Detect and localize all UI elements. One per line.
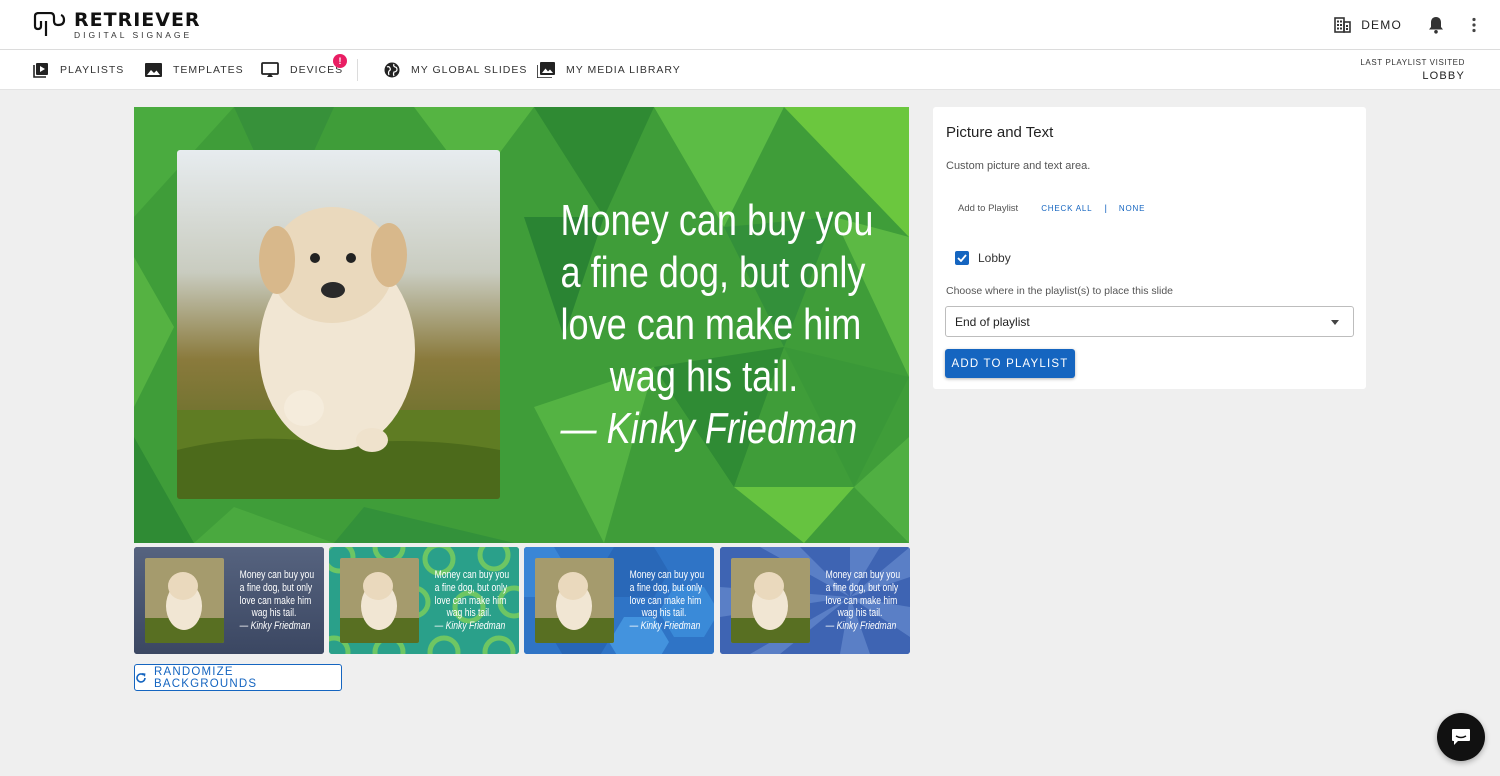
- last-playlist-value: LOBBY: [1422, 70, 1465, 82]
- bell-icon: [1429, 17, 1443, 34]
- add-to-playlist-button[interactable]: ADD TO PLAYLIST: [945, 349, 1075, 378]
- randomize-label: RANDOMIZE BACKGROUNDS: [153, 665, 258, 690]
- thumbnail-quote-line: love can make him: [434, 594, 507, 607]
- dropdown-arrow-icon: [1331, 320, 1339, 325]
- thumbnail-photo: [731, 558, 810, 643]
- thumbnail-quote-author: — Kinky Friedman: [825, 620, 897, 633]
- nav-global-slides[interactable]: MY GLOBAL SLIDES: [384, 50, 527, 90]
- panel-title: Picture and Text: [946, 124, 1054, 141]
- playlist-checkbox-label: Lobby: [978, 251, 1011, 265]
- devices-alert-badge: !: [333, 54, 347, 68]
- background-thumbnail-hexagons[interactable]: Money can buy you a fine dog, but only l…: [524, 547, 714, 654]
- more-vertical-icon: [1472, 17, 1476, 33]
- thumbnail-quote-line: Money can buy you: [434, 569, 510, 581]
- thumbnail-quote-author: — Kinky Friedman: [629, 620, 701, 633]
- nav-playlists[interactable]: PLAYLISTS: [33, 50, 124, 90]
- nav-templates-label: TEMPLATES: [173, 64, 244, 76]
- puppy-thumbnail: [340, 558, 419, 643]
- last-playlist-label: LAST PLAYLIST VISITED: [1360, 58, 1465, 67]
- puppy-photo: [177, 150, 500, 499]
- thumbnail-quote-line: wag his tail.: [837, 607, 883, 620]
- chat-launcher-button[interactable]: [1437, 713, 1485, 761]
- nav-media-library[interactable]: MY MEDIA LIBRARY: [537, 50, 681, 90]
- background-thumbnail-rays[interactable]: Money can buy you a fine dog, but only l…: [720, 547, 910, 654]
- chat-icon: [1452, 729, 1470, 745]
- thumbnail-photo: [145, 558, 224, 643]
- puppy-thumbnail: [145, 558, 224, 643]
- slide-quote: Money can buy you a fine dog, but only l…: [529, 195, 879, 455]
- position-label: Choose where in the playlist(s) to place…: [946, 285, 1174, 297]
- thumbnail-quote-line: Money can buy you: [629, 569, 705, 581]
- nav-templates[interactable]: TEMPLATES: [145, 50, 244, 90]
- nav-global-slides-label: MY GLOBAL SLIDES: [411, 64, 528, 76]
- notifications-button[interactable]: [1428, 16, 1444, 34]
- playlist-checkbox-lobby[interactable]: Lobby: [955, 251, 1011, 265]
- brand-title: RETRIEVER: [74, 9, 201, 31]
- nav-media-library-label: MY MEDIA LIBRARY: [566, 64, 681, 76]
- thumbnail-quote-line: a fine dog, but only: [239, 581, 313, 594]
- puppy-thumbnail: [535, 558, 614, 643]
- logo[interactable]: RETRIEVER DIGITAL SIGNAGE: [32, 11, 201, 40]
- thumbnail-quote-line: a fine dog, but only: [629, 581, 703, 594]
- brand-subtitle: DIGITAL SIGNAGE: [74, 30, 193, 40]
- quote-line: wag his tail.: [609, 352, 799, 401]
- link-separator: |: [1104, 203, 1107, 214]
- last-playlist-visited[interactable]: LAST PLAYLIST VISITED LOBBY: [1360, 58, 1465, 82]
- thumbnail-photo: [535, 558, 614, 643]
- check-all-link[interactable]: CHECK ALL: [1041, 204, 1092, 213]
- thumbnail-quote-line: wag his tail.: [641, 607, 687, 620]
- position-select-value: End of playlist: [955, 314, 1030, 329]
- background-thumbnail-teal[interactable]: Money can buy you a fine dog, but only l…: [329, 547, 519, 654]
- checkbox-checked-icon[interactable]: [955, 251, 969, 265]
- images-icon: [537, 62, 555, 78]
- add-to-playlist-panel: Picture and Text Custom picture and text…: [933, 107, 1366, 389]
- slide-preview: Money can buy you a fine dog, but only l…: [134, 107, 909, 543]
- top-bar: RETRIEVER DIGITAL SIGNAGE DEMO: [0, 0, 1500, 50]
- monitor-icon: [261, 62, 279, 77]
- refresh-icon: [136, 672, 146, 683]
- thumbnail-quote-author: — Kinky Friedman: [434, 620, 506, 633]
- thumbnail-quote: Money can buy you a fine dog, but only l…: [620, 569, 708, 633]
- nav-divider: [357, 59, 358, 81]
- randomize-backgrounds-button[interactable]: RANDOMIZE BACKGROUNDS: [134, 664, 342, 691]
- panel-description: Custom picture and text area.: [946, 160, 1091, 172]
- quote-author: — Kinky Friedman: [560, 404, 858, 453]
- thumbnail-photo: [340, 558, 419, 643]
- play-box-icon: [33, 63, 48, 78]
- more-menu-button[interactable]: [1472, 17, 1476, 33]
- nav-playlists-label: PLAYLISTS: [60, 64, 125, 76]
- org-switcher[interactable]: DEMO: [1334, 17, 1402, 33]
- retriever-logo-icon: [33, 12, 66, 37]
- globe-icon: [384, 62, 400, 78]
- none-link[interactable]: NONE: [1119, 204, 1145, 213]
- org-label: DEMO: [1361, 18, 1402, 32]
- thumbnail-quote-line: Money can buy you: [239, 569, 315, 581]
- thumbnail-quote: Money can buy you a fine dog, but only l…: [230, 569, 318, 633]
- thumbnail-quote: Money can buy you a fine dog, but only l…: [816, 569, 904, 633]
- building-icon: [1334, 17, 1351, 33]
- thumbnail-quote-author: — Kinky Friedman: [239, 620, 311, 633]
- thumbnail-quote-line: love can make him: [239, 594, 312, 607]
- thumbnail-quote-line: a fine dog, but only: [825, 581, 899, 594]
- background-thumbnail-slate[interactable]: Money can buy you a fine dog, but only l…: [134, 547, 324, 654]
- thumbnail-quote-line: Money can buy you: [825, 569, 901, 581]
- thumbnail-quote-line: love can make him: [825, 594, 898, 607]
- nav-devices[interactable]: DEVICES: [261, 50, 343, 90]
- thumbnail-quote-line: wag his tail.: [251, 607, 297, 620]
- puppy-thumbnail: [731, 558, 810, 643]
- quote-line: Money can buy you: [560, 196, 874, 245]
- thumbnail-quote-line: love can make him: [629, 594, 702, 607]
- slide-photo: [177, 150, 500, 499]
- thumbnail-quote-line: wag his tail.: [446, 607, 492, 620]
- add-to-playlist-label: Add to Playlist: [958, 203, 1019, 214]
- thumbnail-quote-line: a fine dog, but only: [434, 581, 508, 594]
- nav-bar: PLAYLISTS TEMPLATES DEVICES ! MY GLOBAL …: [0, 50, 1500, 90]
- thumbnail-quote: Money can buy you a fine dog, but only l…: [425, 569, 513, 633]
- image-icon: [145, 63, 162, 77]
- position-select[interactable]: End of playlist: [945, 306, 1354, 337]
- quote-line: love can make him: [560, 300, 862, 349]
- quote-line: a fine dog, but only: [560, 248, 866, 297]
